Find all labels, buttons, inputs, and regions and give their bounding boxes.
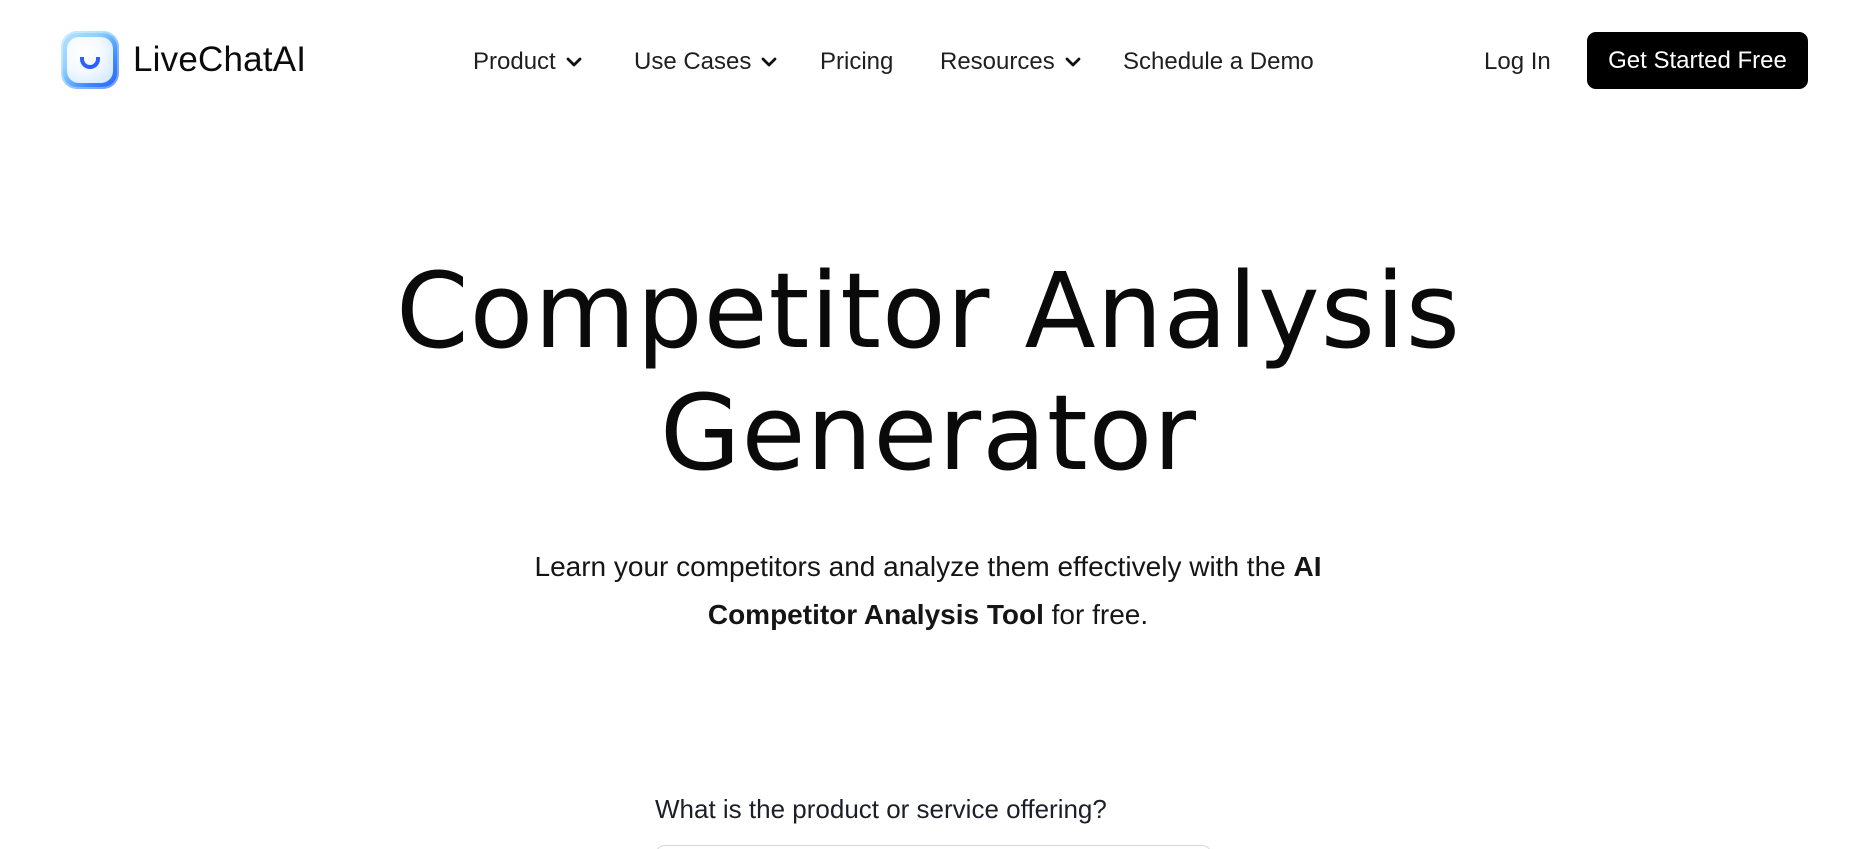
product-offering-input[interactable]	[655, 845, 1212, 849]
smile-logo-icon	[61, 31, 119, 89]
nav-product[interactable]: Product	[473, 48, 582, 76]
nav-use-cases-label: Use Cases	[634, 48, 752, 75]
get-started-button[interactable]: Get Started Free	[1587, 32, 1808, 89]
page-title: Competitor Analysis Generator	[0, 250, 1857, 494]
chevron-down-icon	[761, 57, 777, 67]
hero-subtitle-text-1: Learn your competitors and analyze them …	[534, 551, 1294, 582]
page-title-line-2: Generator	[659, 372, 1198, 494]
product-offering-label: What is the product or service offering?	[655, 794, 1107, 824]
hero-subtitle-text-2: for free.	[1043, 599, 1149, 630]
nav-schedule-demo[interactable]: Schedule a Demo	[1123, 48, 1314, 76]
site-header: LiveChatAI Product Use Cases Pricing Res…	[0, 0, 1857, 122]
nav-resources-label: Resources	[940, 48, 1055, 75]
nav-product-label: Product	[473, 48, 556, 75]
nav-pricing[interactable]: Pricing	[820, 48, 893, 76]
nav-schedule-demo-label: Schedule a Demo	[1123, 48, 1314, 75]
page: LiveChatAI Product Use Cases Pricing Res…	[0, 0, 1857, 849]
nav-use-cases[interactable]: Use Cases	[634, 48, 777, 76]
brand-name: LiveChatAI	[133, 40, 307, 79]
brand-logo[interactable]: LiveChatAI	[61, 31, 306, 89]
page-title-line-1: Competitor Analysis	[396, 250, 1461, 372]
nav-resources[interactable]: Resources	[940, 48, 1081, 76]
chevron-down-icon	[1065, 57, 1081, 67]
nav-pricing-label: Pricing	[820, 48, 894, 75]
chevron-down-icon	[566, 57, 582, 67]
login-link[interactable]: Log In	[1484, 44, 1551, 80]
hero-subtitle: Learn your competitors and analyze them …	[478, 543, 1378, 639]
